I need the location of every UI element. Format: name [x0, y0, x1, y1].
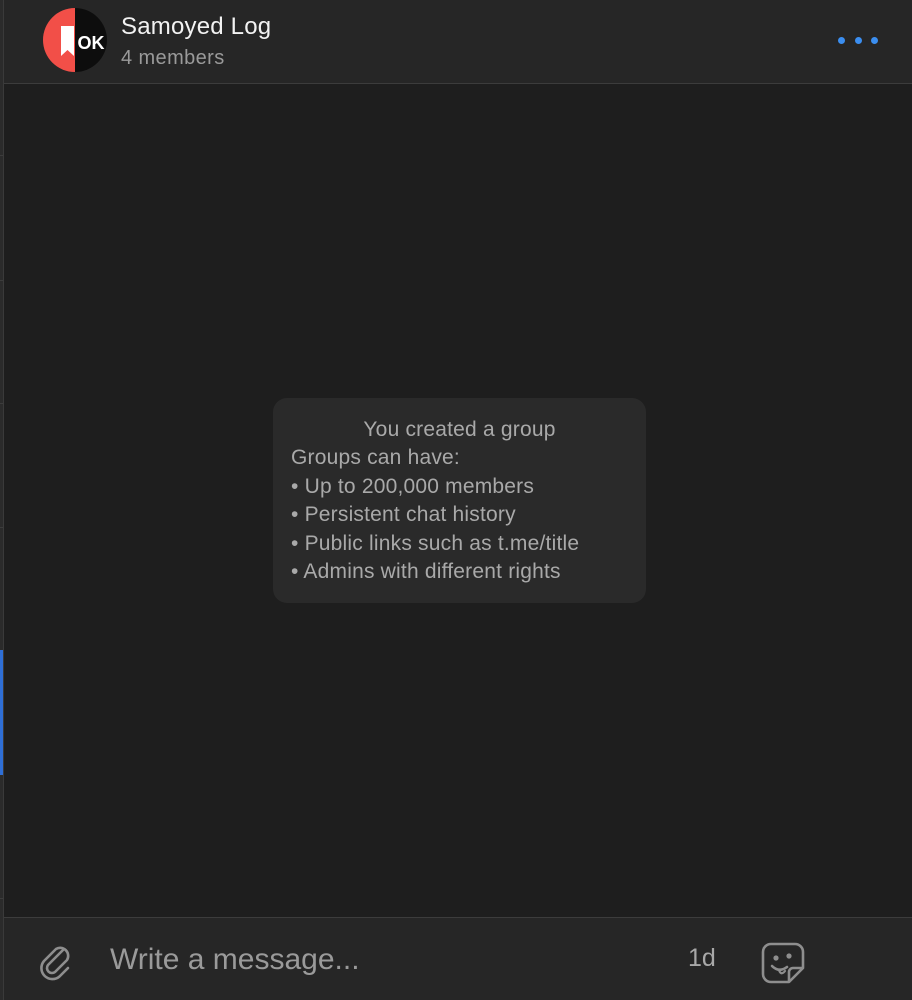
paperclip-icon[interactable] — [34, 938, 78, 982]
more-options-button[interactable] — [838, 28, 878, 52]
message-input[interactable] — [110, 938, 670, 982]
chat-window: OK Samoyed Log 4 members You created a g… — [0, 0, 912, 1000]
divider — [0, 527, 3, 528]
service-message-line: Groups can have: — [291, 446, 460, 470]
member-count[interactable]: 4 members — [121, 47, 225, 70]
service-message-line: • Admins with different rights — [291, 560, 561, 584]
chat-header: OK Samoyed Log 4 members — [4, 0, 912, 84]
message-composer: 1d — [4, 917, 912, 1000]
avatar-logo-icon: OK — [61, 26, 105, 56]
more-horizontal-icon — [838, 36, 845, 44]
divider — [0, 155, 3, 156]
svg-text:OK: OK — [78, 33, 105, 53]
more-horizontal-icon — [871, 36, 878, 44]
service-message-line: • Up to 200,000 members — [291, 474, 535, 498]
chat-title[interactable]: Samoyed Log — [121, 13, 271, 41]
divider — [0, 280, 3, 281]
divider — [0, 898, 3, 899]
divider — [0, 403, 3, 404]
service-message-line: • Persistent chat history — [291, 503, 516, 527]
active-chat-indicator[interactable] — [0, 650, 3, 775]
message-area[interactable]: You created a group Groups can have: • U… — [4, 84, 912, 917]
service-message-title: You created a group — [363, 418, 556, 441]
group-avatar[interactable]: OK — [43, 8, 107, 72]
sticker-face-icon[interactable] — [757, 936, 809, 988]
autodelete-timer-button[interactable]: 1d — [688, 944, 716, 973]
service-message-line: • Public links such as t.me/title — [291, 531, 580, 555]
more-horizontal-icon — [854, 36, 862, 44]
group-created-service-message: You created a group Groups can have: • U… — [273, 398, 646, 603]
